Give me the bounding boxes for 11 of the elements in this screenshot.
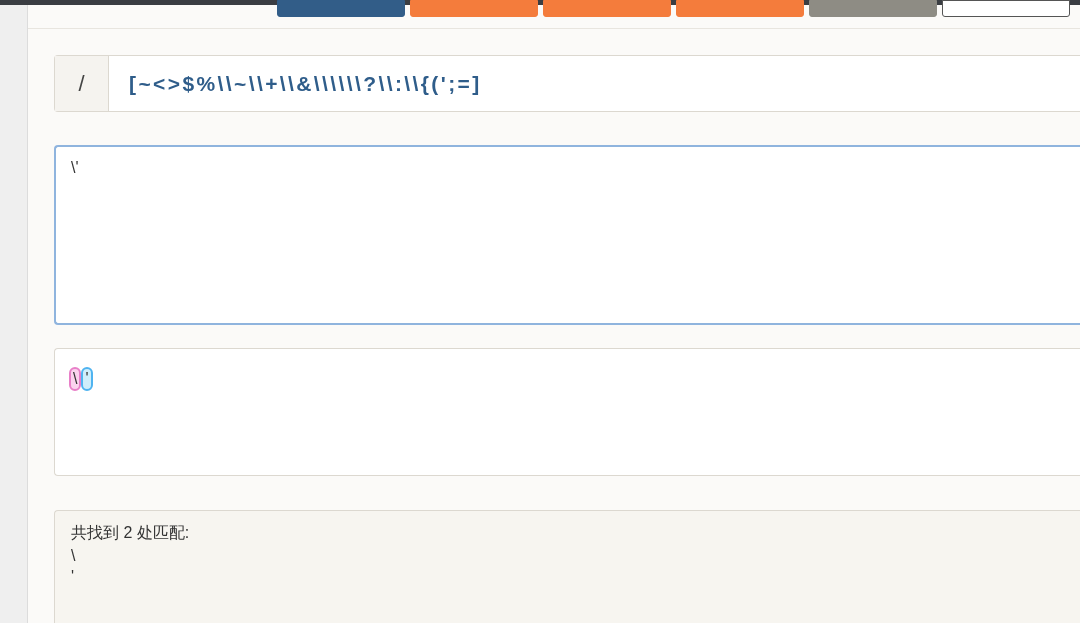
test-text: \' xyxy=(71,159,79,176)
match-highlight: ' xyxy=(81,367,93,391)
toolbar-button[interactable] xyxy=(942,0,1070,17)
regex-pattern: [~<>$%\\~\\+\\&\\\\\\?\\:\\{(';=] xyxy=(128,70,482,97)
match-item: ' xyxy=(71,567,75,587)
match-summary: 共找到 2 处匹配: xyxy=(71,523,190,543)
regex-delimiter: / xyxy=(55,56,109,111)
match-item: \ xyxy=(71,546,76,566)
match-highlight: \ xyxy=(69,367,82,391)
test-text-area[interactable]: \' xyxy=(54,145,1080,325)
regex-input[interactable]: / [~<>$%\\~\\+\\&\\\\\\?\\:\\{(';=] xyxy=(54,55,1080,112)
